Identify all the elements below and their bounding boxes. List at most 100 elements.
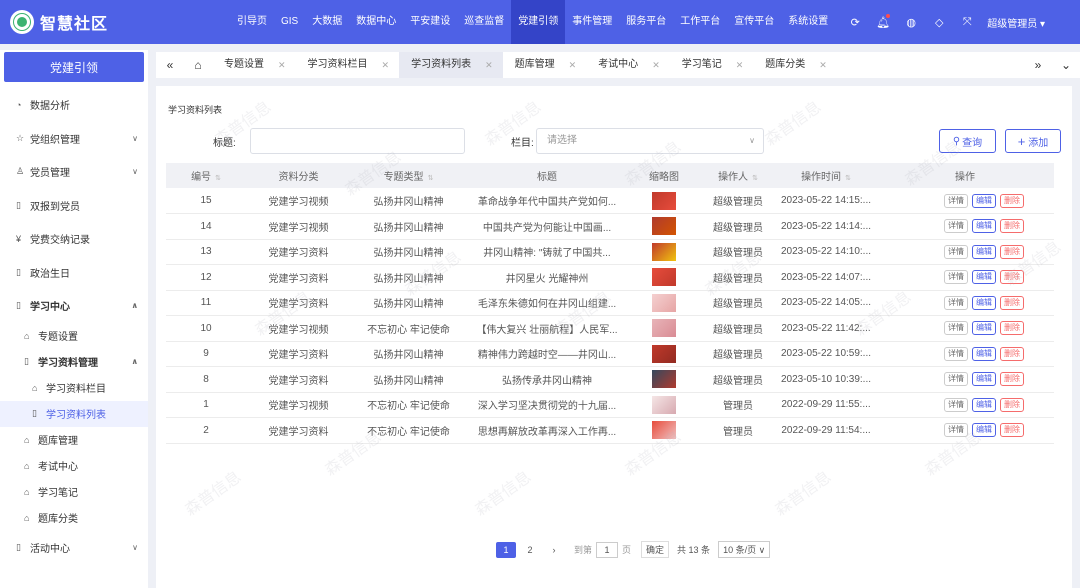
delete-button[interactable]: 删除	[1000, 219, 1024, 234]
nav-item-events[interactable]: 事件管理	[565, 0, 619, 44]
sidebar-item-activity-center[interactable]: ▯ 活动中心 ∨	[0, 531, 148, 565]
col-time[interactable]: 操作时间 ⇅	[776, 163, 876, 188]
delete-button[interactable]: 删除	[1000, 270, 1024, 285]
delete-button[interactable]: 删除	[1000, 321, 1024, 336]
edit-button[interactable]: 编辑	[972, 193, 996, 208]
fullscreen-icon[interactable]: ⤧	[953, 16, 981, 29]
sidebar-item-members[interactable]: ♙ 党员管理 ∨	[0, 155, 148, 189]
edit-button[interactable]: 编辑	[972, 372, 996, 387]
tab-material-list[interactable]: 学习资料列表 ✕	[399, 52, 503, 78]
sort-icon[interactable]: ⇅	[845, 175, 851, 182]
edit-button[interactable]: 编辑	[972, 346, 996, 361]
close-icon[interactable]: ✕	[819, 52, 827, 78]
detail-button[interactable]: 详情	[944, 321, 968, 336]
delete-button[interactable]: 删除	[1000, 244, 1024, 259]
edit-button[interactable]: 编辑	[972, 295, 996, 310]
delete-button[interactable]: 删除	[1000, 346, 1024, 361]
delete-button[interactable]: 删除	[1000, 295, 1024, 310]
sidebar-item-dues[interactable]: ¥ 党费交纳记录	[0, 222, 148, 256]
page-2[interactable]: 2	[520, 542, 540, 558]
close-icon[interactable]: ✕	[382, 52, 390, 78]
col-topic[interactable]: 专题类型 ⇅	[351, 163, 466, 188]
detail-button[interactable]: 详情	[944, 295, 968, 310]
user-menu[interactable]: 超级管理员 ▾	[987, 15, 1045, 30]
sidebar-item-topic-settings[interactable]: ⌂ 专题设置	[0, 323, 148, 349]
nav-item-data-center[interactable]: 数据中心	[349, 0, 403, 44]
tab-exam-center[interactable]: 考试中心 ✕	[586, 52, 670, 78]
next-page-icon[interactable]: ›	[544, 542, 564, 558]
sidebar-item-birthday[interactable]: ▯ 政治生日	[0, 256, 148, 290]
detail-button[interactable]: 详情	[944, 423, 968, 438]
edit-button[interactable]: 编辑	[972, 244, 996, 259]
edit-button[interactable]: 编辑	[972, 423, 996, 438]
sidebar-item-study-center[interactable]: ▯ 学习中心 ∧	[0, 289, 148, 323]
thumbnail-image[interactable]	[652, 395, 676, 414]
col-id[interactable]: 编号 ⇅	[166, 163, 246, 188]
bell-icon[interactable]: 🔔︎	[869, 13, 897, 29]
thumbnail-image[interactable]	[652, 217, 676, 236]
page-size-select[interactable]: 10 条/页 ∨	[718, 541, 771, 558]
goto-page-input[interactable]: 1	[596, 541, 619, 558]
delete-button[interactable]: 删除	[1000, 193, 1024, 208]
edit-button[interactable]: 编辑	[972, 270, 996, 285]
nav-item-publicity[interactable]: 宣传平台	[727, 0, 781, 44]
detail-button[interactable]: 详情	[944, 219, 968, 234]
close-icon[interactable]: ✕	[652, 52, 660, 78]
app-logo[interactable]: 智慧社区	[0, 10, 150, 34]
search-button[interactable]: ⚲ 查询	[939, 129, 996, 153]
sidebar-item-question-bank[interactable]: ⌂ 题库管理	[0, 427, 148, 453]
thumbnail-image[interactable]	[652, 421, 676, 440]
nav-item-guide[interactable]: 引导页	[230, 0, 274, 44]
sidebar-item-material-mgmt[interactable]: ▯ 学习资料管理 ∧	[0, 349, 148, 375]
nav-item-party[interactable]: 党建引领	[511, 0, 566, 44]
nav-item-bigdata[interactable]: 大数据	[305, 0, 349, 44]
thumbnail-image[interactable]	[652, 191, 676, 210]
delete-button[interactable]: 删除	[1000, 423, 1024, 438]
tabs-menu-icon[interactable]: ⌄	[1052, 58, 1080, 72]
sidebar-item-dual-report[interactable]: ▯ 双报到党员	[0, 189, 148, 223]
thumbnail-image[interactable]	[652, 242, 676, 261]
thumbnail-image[interactable]	[652, 344, 676, 363]
edit-button[interactable]: 编辑	[972, 321, 996, 336]
close-icon[interactable]: ✕	[485, 52, 493, 78]
sidebar-item-analytics[interactable]: ◔ 数据分析	[0, 88, 148, 122]
delete-button[interactable]: 删除	[1000, 397, 1024, 412]
refresh-icon[interactable]: ⟳	[841, 16, 869, 29]
close-icon[interactable]: ✕	[278, 52, 286, 78]
thumbnail-image[interactable]	[652, 293, 676, 312]
sort-icon[interactable]: ⇅	[752, 175, 758, 182]
sidebar-item-material-list[interactable]: ▯ 学习资料列表	[0, 400, 148, 427]
detail-button[interactable]: 详情	[944, 372, 968, 387]
col-operator[interactable]: 操作人 ⇅	[700, 163, 776, 188]
tabs-scroll-right-icon[interactable]: »	[1024, 58, 1052, 72]
edit-button[interactable]: 编辑	[972, 397, 996, 412]
nav-item-work[interactable]: 工作平台	[673, 0, 727, 44]
nav-item-settings[interactable]: 系统设置	[781, 0, 835, 44]
nav-item-gis[interactable]: GIS	[274, 0, 305, 44]
home-tab-icon[interactable]: ⌂	[184, 58, 212, 72]
sort-icon[interactable]: ⇅	[215, 175, 221, 182]
tab-study-notes[interactable]: 学习笔记 ✕	[670, 52, 754, 78]
nav-item-safety[interactable]: 平安建设	[403, 0, 457, 44]
tab-bank-category[interactable]: 题库分类 ✕	[753, 52, 837, 78]
detail-button[interactable]: 详情	[944, 397, 968, 412]
nav-item-service[interactable]: 服务平台	[619, 0, 673, 44]
thumbnail-image[interactable]	[652, 370, 676, 389]
sidebar-item-bank-category[interactable]: ⌂ 题库分类	[0, 505, 148, 531]
thumbnail-image[interactable]	[652, 319, 676, 338]
add-button[interactable]: + 添加	[1005, 129, 1061, 153]
title-filter-input[interactable]	[250, 128, 465, 154]
palette-icon[interactable]: ◍	[897, 16, 925, 29]
detail-button[interactable]: 详情	[944, 346, 968, 361]
sidebar-item-org[interactable]: ☆ 党组织管理 ∨	[0, 122, 148, 156]
nav-item-inspection[interactable]: 巡查监督	[457, 0, 511, 44]
tab-topic-settings[interactable]: 专题设置 ✕	[212, 52, 296, 78]
edit-button[interactable]: 编辑	[972, 219, 996, 234]
goto-confirm-button[interactable]: 确定	[641, 541, 670, 558]
detail-button[interactable]: 详情	[944, 270, 968, 285]
detail-button[interactable]: 详情	[944, 244, 968, 259]
sidebar-item-material-column[interactable]: ⌂ 学习资料栏目	[0, 375, 148, 401]
column-filter-select[interactable]: 请选择 ∨	[536, 128, 764, 154]
close-icon[interactable]: ✕	[736, 52, 744, 78]
page-1[interactable]: 1	[496, 541, 516, 558]
